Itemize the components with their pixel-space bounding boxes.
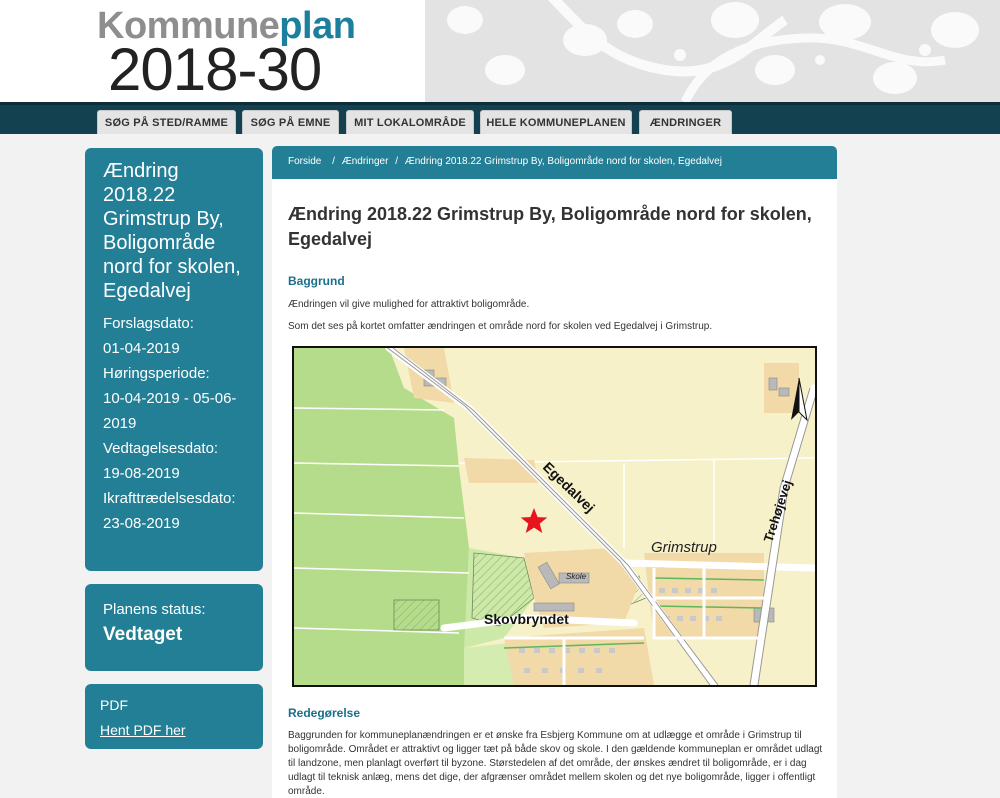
breadcrumb: Forside / Ændringer / Ændring 2018.22 Gr… bbox=[272, 146, 837, 179]
effective-date-value: 23-08-2019 bbox=[103, 515, 180, 532]
tab-my-local-area[interactable]: MIT LOKALOMRÅDE bbox=[346, 110, 474, 134]
breadcrumb-separator: / bbox=[332, 156, 335, 167]
tab-search-topic[interactable]: SØG PÅ EMNE bbox=[242, 110, 339, 134]
tab-search-place[interactable]: SØG PÅ STED/RAMME bbox=[97, 110, 236, 134]
main-content: Forside / Ændringer / Ændring 2018.22 Gr… bbox=[272, 146, 837, 798]
background-paragraph-2: Som det ses på kortet omfatter ændringen… bbox=[288, 321, 713, 332]
site-header: Kommuneplan 2018-30 bbox=[0, 0, 1000, 102]
header-ornament bbox=[425, 0, 1000, 102]
sidebar-status-box: Planens status: Vedtaget bbox=[85, 584, 263, 671]
map-label-grimstrup: Grimstrup bbox=[651, 539, 717, 556]
breadcrumb-changes[interactable]: Ændringer bbox=[342, 156, 389, 167]
brand-year: 2018-30 bbox=[108, 36, 322, 102]
pdf-label: PDF bbox=[100, 697, 128, 713]
ornament-graphic bbox=[447, 0, 979, 102]
breadcrumb-home[interactable]: Forside bbox=[288, 156, 321, 167]
status-value: Vedtaget bbox=[103, 624, 183, 645]
sidebar-info-box: Ændring 2018.22 Grimstrup By, Boligområd… bbox=[85, 148, 263, 571]
adopted-date-label: Vedtagelsesdato: bbox=[103, 440, 219, 457]
map-graphic: Egedalvej Trehøjevej Grimstrup Skole Sko… bbox=[294, 348, 815, 685]
hearing-period-label: Høringsperiode: bbox=[103, 365, 210, 382]
sidebar-pdf-box: PDF Hent PDF her bbox=[85, 684, 263, 749]
map-label-skovbryndet: Skovbryndet bbox=[484, 611, 569, 627]
statement-paragraph-1: Baggrunden for kommuneplanændringen er e… bbox=[288, 730, 823, 797]
tab-whole-plan[interactable]: HELE KOMMUNEPLANEN bbox=[480, 110, 632, 134]
area-map: Egedalvej Trehøjevej Grimstrup Skole Sko… bbox=[292, 346, 817, 687]
tab-changes[interactable]: ÆNDRINGER bbox=[639, 110, 732, 134]
breadcrumb-current: Ændring 2018.22 Grimstrup By, Boligområd… bbox=[404, 156, 722, 167]
proposal-date-value: 01-04-2019 bbox=[103, 340, 180, 357]
hearing-period-value: 10-04-2019 - 05-06-2019 bbox=[103, 390, 237, 432]
breadcrumb-separator: / bbox=[395, 156, 398, 167]
pdf-download-link[interactable]: Hent PDF her bbox=[100, 721, 251, 739]
map-label-skole: Skole bbox=[566, 572, 587, 581]
section-heading-statement: Redegørelse bbox=[288, 706, 361, 720]
page-title: Ændring 2018.22 Grimstrup By, Boligområd… bbox=[288, 204, 812, 249]
background-paragraph-1: Ændringen vil give mulighed for attrakti… bbox=[288, 299, 530, 310]
adopted-date-value: 19-08-2019 bbox=[103, 465, 180, 482]
status-label: Planens status: bbox=[103, 601, 206, 618]
proposal-date-label: Forslagsdato: bbox=[103, 315, 194, 332]
section-heading-background: Baggrund bbox=[288, 274, 345, 288]
sidebar-title: Ændring 2018.22 Grimstrup By, Boligområd… bbox=[103, 160, 241, 302]
effective-date-label: Ikrafttrædelsesdato: bbox=[103, 490, 236, 507]
